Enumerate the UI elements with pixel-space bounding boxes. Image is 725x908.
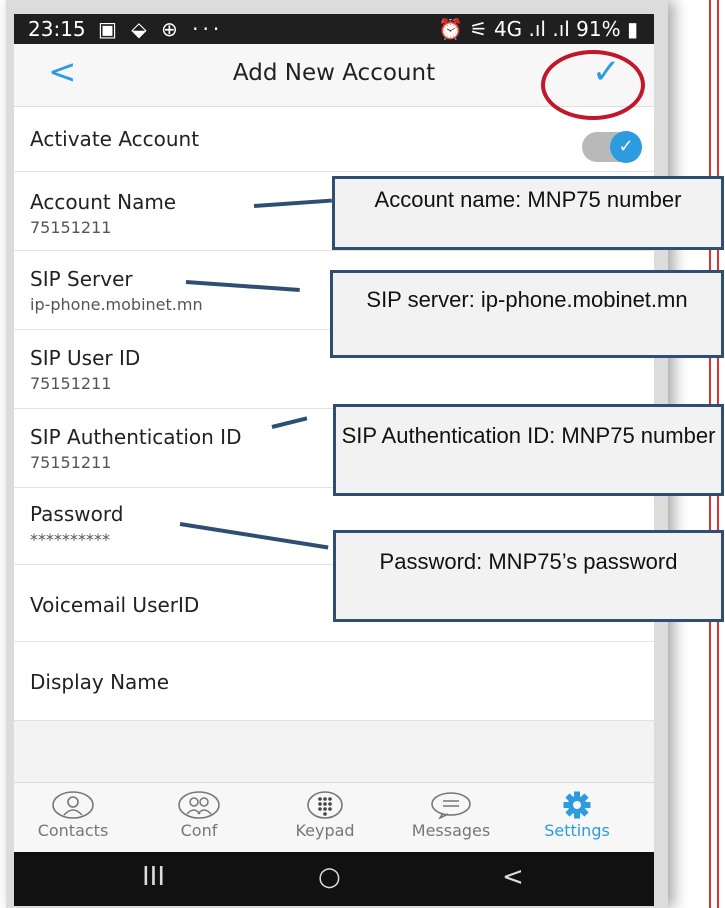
sip-user-id-label: SIP User ID [30,346,141,370]
recents-button[interactable]: III [142,862,165,892]
activate-account-row[interactable]: Activate Account [14,107,654,172]
tab-messages-label: Messages [411,821,491,840]
tab-keypad-label: Keypad [295,821,355,840]
home-button[interactable]: ○ [318,862,341,892]
tab-messages[interactable]: Messages [396,791,506,840]
activate-account-toggle[interactable]: ✓ [582,131,642,163]
conference-icon [178,791,220,819]
status-time: 23:15 [28,17,86,41]
sip-server-label: SIP Server [30,267,133,291]
notification-icons: ▣ ⬙ ⊕ ··· [98,17,224,41]
account-name-label: Account Name [30,190,177,214]
activate-account-label: Activate Account [30,127,200,151]
system-navigation-bar: III ○ < [14,852,654,906]
callout-password: Password: MNP75’s password [333,530,724,622]
password-label: Password [30,502,124,526]
toggle-check-icon: ✓ [610,131,642,163]
callout-sip-auth: SIP Authentication ID: MNP75 number [333,404,724,496]
settings-gear-icon [563,791,591,819]
system-back-button[interactable]: < [502,862,524,892]
status-bar: 23:15 ▣ ⬙ ⊕ ··· ⏰ ⚟ 4G .ıl .ıl 91% ▮ [14,14,654,44]
keypad-icon [307,791,343,819]
password-value: ********** [30,530,110,549]
display-name-row[interactable]: Display Name [14,642,654,721]
sip-auth-id-label: SIP Authentication ID [30,425,242,449]
callout-sip-server: SIP server: ip-phone.mobinet.mn [330,270,724,358]
display-name-label: Display Name [30,670,170,694]
tab-conf-label: Conf [180,821,218,840]
account-name-value: 75151211 [30,218,112,237]
tab-contacts-label: Contacts [37,821,109,840]
contacts-icon [52,791,94,819]
tab-settings[interactable]: Settings [522,791,632,840]
highlight-circle [541,50,645,120]
tab-keypad[interactable]: Keypad [270,791,380,840]
sip-server-value: ip-phone.mobinet.mn [30,295,203,314]
sip-user-id-value: 75151211 [30,374,112,393]
tab-conf[interactable]: Conf [144,791,254,840]
callout-account-name: Account name: MNP75 number [332,176,724,250]
messages-icon [431,792,471,819]
voicemail-label: Voicemail UserID [30,593,200,617]
tab-contacts[interactable]: Contacts [18,791,128,840]
status-indicators: ⏰ ⚟ 4G .ıl .ıl 91% ▮ [438,17,638,41]
sip-auth-id-value: 75151211 [30,453,112,472]
bottom-tab-bar: Contacts Conf Keypad Messages Settings [14,782,654,853]
tab-settings-label: Settings [544,821,610,840]
